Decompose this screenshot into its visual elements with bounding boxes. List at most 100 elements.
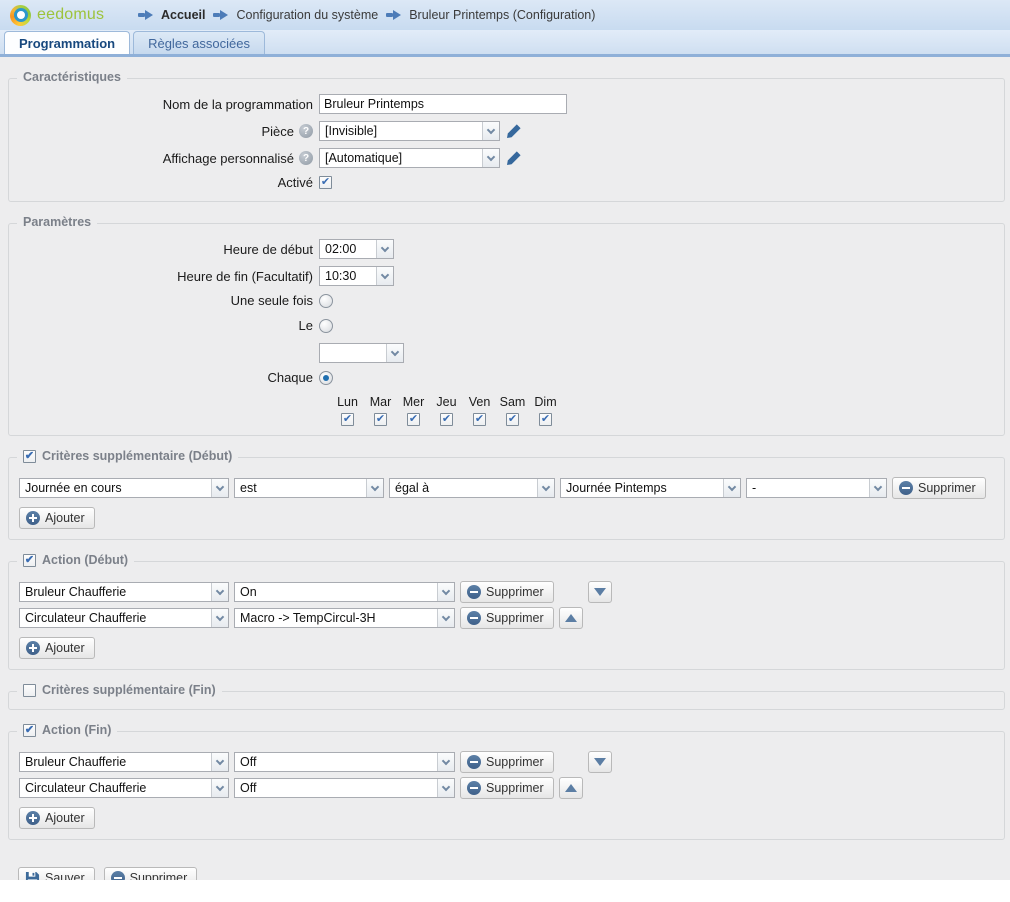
day-label: Mer — [403, 395, 425, 409]
chevron-down-icon — [437, 779, 454, 797]
day-checkbox-mer[interactable] — [407, 413, 420, 426]
action-value-select[interactable]: Off — [234, 778, 455, 798]
action-debut-checkbox[interactable] — [23, 554, 36, 567]
day-label: Jeu — [436, 395, 456, 409]
section-action-fin: Action (Fin) Bruleur Chaufferie Off Supp… — [8, 731, 1005, 840]
move-up-button[interactable] — [559, 607, 583, 629]
add-action-button[interactable]: Ajouter — [19, 807, 95, 829]
add-button-label: Ajouter — [45, 641, 85, 655]
add-criteria-button[interactable]: Ajouter — [19, 507, 95, 529]
chevron-down-icon — [211, 479, 228, 497]
criteres-fin-checkbox[interactable] — [23, 684, 36, 697]
section-caracteristiques-legend: Caractéristiques — [17, 70, 127, 84]
day-label: Lun — [337, 395, 358, 409]
eedomus-logo[interactable]: eedomus — [10, 5, 138, 26]
name-label: Nom de la programmation — [19, 97, 319, 112]
room-select[interactable]: [Invisible] — [319, 121, 500, 141]
on-date-radio[interactable] — [319, 319, 333, 333]
day-label: Dim — [534, 395, 556, 409]
edit-display-button[interactable] — [506, 150, 522, 166]
end-time-select[interactable]: 10:30 — [319, 266, 394, 286]
add-action-button[interactable]: Ajouter — [19, 637, 95, 659]
day-col: Lun — [331, 395, 364, 426]
delete-action-button[interactable]: Supprimer — [460, 751, 554, 773]
criteria-operator-select[interactable]: est — [234, 478, 384, 498]
delete-button-label: Supprimer — [130, 871, 188, 880]
breadcrumb-current: Bruleur Printemps (Configuration) — [409, 8, 595, 22]
delete-button-label: Supprimer — [918, 481, 976, 495]
once-radio[interactable] — [319, 294, 333, 308]
action-value-select[interactable]: Macro -> TempCircul-3H — [234, 608, 455, 628]
delete-criteria-button[interactable]: Supprimer — [892, 477, 986, 499]
action-value-value: Off — [240, 781, 256, 795]
display-label-text: Affichage personnalisé — [163, 151, 294, 166]
breadcrumb-config-systeme[interactable]: Configuration du système — [236, 8, 378, 22]
every-radio[interactable] — [319, 371, 333, 385]
edit-room-button[interactable] — [506, 123, 522, 139]
criteria-logic-select[interactable]: - — [746, 478, 887, 498]
criteria-value-select[interactable]: Journée Pintemps — [560, 478, 741, 498]
legend-text: Critères supplémentaire (Début) — [42, 449, 232, 463]
chevron-down-icon — [869, 479, 886, 497]
action-row: Bruleur Chaufferie Off Supprimer — [19, 751, 994, 773]
section-action-debut-legend: Action (Début) — [17, 553, 134, 567]
action-device-select[interactable]: Circulateur Chaufferie — [19, 608, 229, 628]
action-device-value: Bruleur Chaufferie — [25, 585, 126, 599]
action-device-select[interactable]: Circulateur Chaufferie — [19, 778, 229, 798]
day-checkbox-dim[interactable] — [539, 413, 552, 426]
chevron-down-icon — [437, 609, 454, 627]
delete-program-button[interactable]: Supprimer — [104, 867, 198, 880]
minus-circle-icon — [467, 611, 481, 625]
enabled-checkbox[interactable] — [319, 176, 332, 189]
weekday-selector: Lun Mar Mer Jeu Ven — [331, 395, 994, 426]
criteria-device-select[interactable]: Journée en cours — [19, 478, 229, 498]
delete-button-label: Supprimer — [486, 755, 544, 769]
breadcrumb-accueil[interactable]: Accueil — [161, 8, 205, 22]
breadcrumb-arrow-icon — [386, 10, 401, 20]
day-checkbox-jeu[interactable] — [440, 413, 453, 426]
save-button[interactable]: Sauver — [18, 867, 95, 880]
action-device-select[interactable]: Bruleur Chaufferie — [19, 582, 229, 602]
delete-action-button[interactable]: Supprimer — [460, 777, 554, 799]
help-icon[interactable]: ? — [299, 124, 313, 138]
action-device-value: Bruleur Chaufferie — [25, 755, 126, 769]
room-label: Pièce ? — [19, 124, 319, 139]
section-criteres-debut-legend: Critères supplémentaire (Début) — [17, 449, 238, 463]
action-value-select[interactable]: On — [234, 582, 455, 602]
day-checkbox-mar[interactable] — [374, 413, 387, 426]
plus-circle-icon — [26, 811, 40, 825]
criteria-comparator-select[interactable]: égal à — [389, 478, 555, 498]
program-name-input[interactable] — [319, 94, 567, 114]
delete-action-button[interactable]: Supprimer — [460, 581, 554, 603]
display-select[interactable]: [Automatique] — [319, 148, 500, 168]
delete-button-label: Supprimer — [486, 781, 544, 795]
chevron-down-icon — [211, 583, 228, 601]
move-down-button[interactable] — [588, 581, 612, 603]
day-checkbox-lun[interactable] — [341, 413, 354, 426]
delete-action-button[interactable]: Supprimer — [460, 607, 554, 629]
section-parametres-legend: Paramètres — [17, 215, 97, 229]
breadcrumb: Accueil Configuration du système Bruleur… — [138, 8, 595, 22]
tab-programmation[interactable]: Programmation — [4, 31, 130, 54]
tab-regles-associees[interactable]: Règles associées — [133, 31, 265, 54]
section-criteres-fin-legend: Critères supplémentaire (Fin) — [17, 683, 222, 697]
display-select-value: [Automatique] — [325, 151, 402, 165]
move-down-button[interactable] — [588, 751, 612, 773]
date-select[interactable] — [319, 343, 404, 363]
minus-circle-icon — [467, 755, 481, 769]
chevron-down-icon — [723, 479, 740, 497]
minus-circle-icon — [467, 781, 481, 795]
chevron-down-icon — [537, 479, 554, 497]
action-device-select[interactable]: Bruleur Chaufferie — [19, 752, 229, 772]
day-col: Ven — [463, 395, 496, 426]
day-checkbox-ven[interactable] — [473, 413, 486, 426]
action-fin-checkbox[interactable] — [23, 724, 36, 737]
help-icon[interactable]: ? — [299, 151, 313, 165]
move-up-button[interactable] — [559, 777, 583, 799]
breadcrumb-arrow-icon — [213, 10, 228, 20]
criteres-debut-checkbox[interactable] — [23, 450, 36, 463]
day-checkbox-sam[interactable] — [506, 413, 519, 426]
once-label: Une seule fois — [19, 293, 319, 308]
action-value-select[interactable]: Off — [234, 752, 455, 772]
start-time-select[interactable]: 02:00 — [319, 239, 394, 259]
